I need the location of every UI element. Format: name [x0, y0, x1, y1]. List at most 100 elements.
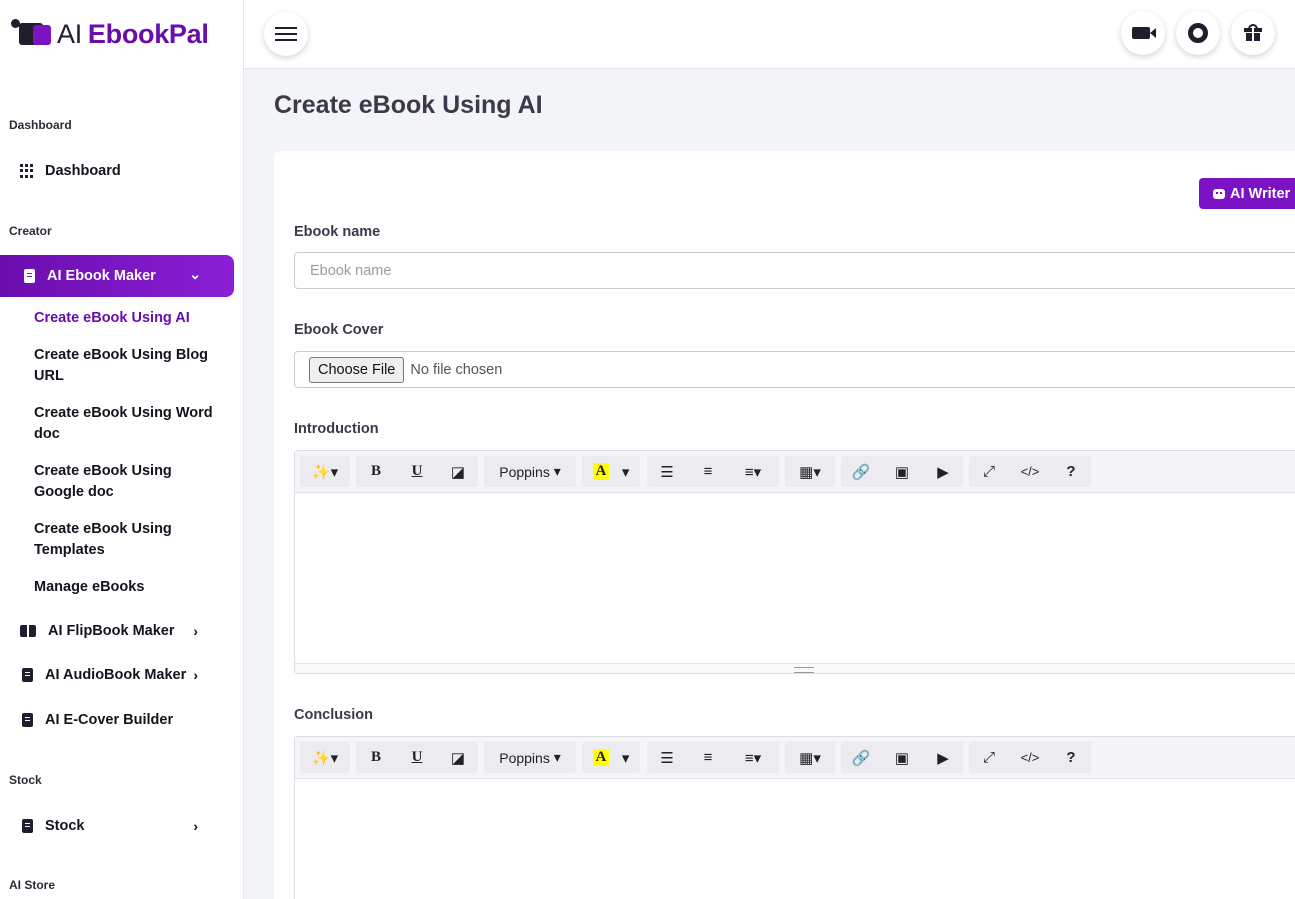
audiobook-icon	[22, 668, 33, 682]
align-icon[interactable]: ≡▾	[729, 456, 777, 487]
stock-icon	[22, 819, 33, 833]
sidebar-subitem-create-google[interactable]: Create eBook Using Google doc	[34, 461, 224, 503]
link-icon[interactable]: 🔗	[841, 456, 881, 487]
document-icon	[24, 269, 35, 283]
page-title: Create eBook Using AI	[274, 91, 543, 119]
file-status: No file chosen	[410, 361, 503, 378]
sidebar-subitem-create-blog[interactable]: Create eBook Using Blog URL	[34, 345, 224, 387]
introduction-text-area[interactable]	[295, 493, 1295, 673]
text-color-button[interactable]: A ▾	[582, 742, 640, 773]
book-open-icon	[20, 625, 36, 637]
color-letter: A	[592, 463, 610, 480]
introduction-label: Introduction	[294, 421, 379, 437]
sidebar-subitem-create-templates[interactable]: Create eBook Using Templates	[34, 519, 224, 561]
link-icon[interactable]: 🔗	[841, 742, 881, 773]
ordered-list-icon[interactable]: ≡	[688, 742, 728, 773]
chevron-right-icon: ›	[193, 667, 198, 683]
unordered-list-icon[interactable]: ☰	[647, 456, 687, 487]
logo-prefix: AI	[57, 18, 82, 49]
robot-icon	[1213, 188, 1225, 199]
sidebar-item-label: Stock	[45, 818, 85, 834]
section-title-dashboard: Dashboard	[9, 118, 72, 132]
logo-brand: EbookPal	[87, 18, 209, 49]
sidebar-subitem-create-word[interactable]: Create eBook Using Word doc	[34, 403, 224, 445]
fullscreen-icon[interactable]: ⤢	[969, 456, 1009, 487]
font-name: Poppins	[499, 749, 550, 766]
font-name: Poppins	[499, 463, 550, 480]
eraser-icon[interactable]: ◪	[438, 742, 478, 773]
sidebar-item-ecover[interactable]: AI E-Cover Builder	[0, 709, 234, 731]
lifebuoy-icon	[1188, 23, 1208, 43]
section-title-ai-store: AI Store	[9, 878, 56, 892]
bold-button[interactable]: B	[356, 456, 396, 487]
sidebar-item-dashboard[interactable]: Dashboard	[0, 160, 234, 182]
sidebar-item-flipbook[interactable]: AI FlipBook Maker ›	[0, 620, 234, 642]
eraser-icon[interactable]: ◪	[438, 456, 478, 487]
file-image-icon	[22, 713, 33, 727]
magic-wand-icon[interactable]: ✨▾	[300, 742, 350, 773]
code-view-button[interactable]: </>	[1010, 742, 1050, 773]
gift-button[interactable]	[1231, 11, 1275, 55]
underline-button[interactable]: U	[397, 742, 437, 773]
video-tutorial-button[interactable]	[1121, 11, 1165, 55]
ebook-name-input[interactable]	[294, 252, 1295, 289]
editor-toolbar: ✨▾ B U ◪ Poppins ▾ A ▾ ☰ ≡ ≡▾ ▦▾ �	[295, 737, 1295, 779]
support-button[interactable]	[1176, 11, 1220, 55]
gift-icon	[1244, 24, 1262, 41]
top-bar	[244, 0, 1295, 69]
introduction-editor: ✨▾ B U ◪ Poppins ▾ A ▾ ☰ ≡ ≡▾ ▦▾ �	[294, 450, 1295, 674]
section-title-creator: Creator	[9, 224, 52, 238]
resize-handle[interactable]	[295, 663, 1295, 673]
table-icon[interactable]: ▦▾	[785, 742, 835, 773]
sidebar-item-label: AI AudioBook Maker	[45, 667, 187, 683]
video-icon[interactable]: ▶	[923, 456, 963, 487]
sidebar-item-audiobook[interactable]: AI AudioBook Maker ›	[0, 664, 234, 686]
font-family-dropdown[interactable]: Poppins ▾	[484, 456, 576, 487]
ebook-cover-file-input[interactable]: Choose File No file chosen	[294, 351, 1295, 388]
sidebar-item-label: AI E-Cover Builder	[45, 712, 174, 728]
choose-file-button[interactable]: Choose File	[309, 356, 405, 383]
help-button[interactable]: ?	[1051, 456, 1091, 487]
sidebar-item-label: AI FlipBook Maker	[48, 623, 175, 639]
color-letter: A	[592, 749, 610, 766]
image-icon[interactable]: ▣	[882, 456, 922, 487]
sidebar-subitem-create-ai[interactable]: Create eBook Using AI	[34, 308, 224, 329]
underline-button[interactable]: U	[397, 456, 437, 487]
chevron-down-icon: ⌄	[189, 266, 201, 282]
sidebar: AI EbookPal Dashboard Dashboard Creator A…	[0, 0, 244, 899]
font-family-dropdown[interactable]: Poppins ▾	[484, 742, 576, 773]
table-icon[interactable]: ▦▾	[785, 456, 835, 487]
bold-button[interactable]: B	[356, 742, 396, 773]
sidebar-item-label: Dashboard	[45, 163, 121, 179]
align-icon[interactable]: ≡▾	[729, 742, 777, 773]
help-button[interactable]: ?	[1051, 742, 1091, 773]
unordered-list-icon[interactable]: ☰	[647, 742, 687, 773]
conclusion-text-area[interactable]	[295, 779, 1295, 899]
text-color-button[interactable]: A ▾	[582, 456, 640, 487]
editor-toolbar: ✨▾ B U ◪ Poppins ▾ A ▾ ☰ ≡ ≡▾ ▦▾ �	[295, 451, 1295, 493]
hamburger-icon	[275, 27, 297, 41]
conclusion-label: Conclusion	[294, 707, 373, 723]
sidebar-item-label: AI Ebook Maker	[47, 268, 156, 284]
ai-writer-button[interactable]: AI Writer	[1199, 178, 1295, 209]
fullscreen-icon[interactable]: ⤢	[969, 742, 1009, 773]
section-title-stock: Stock	[9, 773, 42, 787]
magic-wand-icon[interactable]: ✨▾	[300, 456, 350, 487]
ebook-cover-label: Ebook Cover	[294, 322, 384, 338]
image-icon[interactable]: ▣	[882, 742, 922, 773]
grid-icon	[20, 164, 33, 178]
chevron-right-icon: ›	[193, 818, 198, 834]
sidebar-subitem-manage[interactable]: Manage eBooks	[34, 577, 224, 598]
ebook-form-card: AI Writer Ebook name Ebook Cover Choose …	[274, 151, 1295, 899]
code-view-button[interactable]: </>	[1010, 456, 1050, 487]
ai-writer-label: AI Writer	[1230, 185, 1291, 202]
menu-toggle-button[interactable]	[264, 12, 308, 56]
sidebar-item-stock[interactable]: Stock ›	[0, 815, 234, 837]
video-camera-icon	[1131, 27, 1156, 39]
app-logo[interactable]: AI EbookPal	[11, 18, 209, 50]
video-icon[interactable]: ▶	[923, 742, 963, 773]
ordered-list-icon[interactable]: ≡	[688, 456, 728, 487]
sidebar-item-ai-ebook-maker[interactable]: AI Ebook Maker ⌄	[0, 255, 234, 297]
chevron-right-icon: ›	[193, 623, 198, 639]
conclusion-editor: ✨▾ B U ◪ Poppins ▾ A ▾ ☰ ≡ ≡▾ ▦▾ �	[294, 736, 1295, 899]
